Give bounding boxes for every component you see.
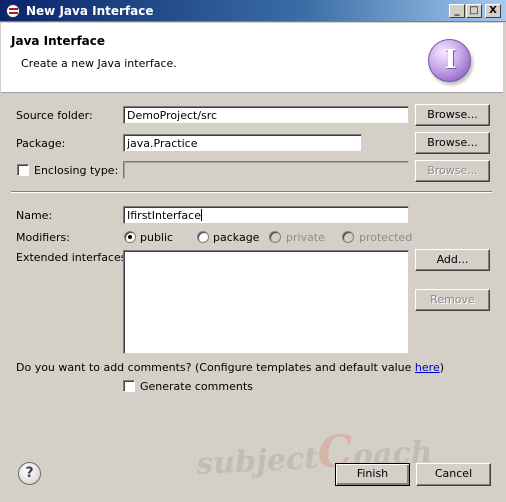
enclosing-type-input [123, 161, 409, 179]
maximize-button[interactable]: □ [466, 4, 482, 18]
add-interface-button[interactable]: Add... [415, 249, 490, 271]
cancel-button[interactable]: Cancel [416, 463, 491, 486]
generate-comments-label: Generate comments [140, 380, 253, 393]
configure-templates-link[interactable]: here [415, 361, 440, 374]
enclosing-type-checkbox[interactable] [17, 164, 29, 176]
extended-interfaces-list[interactable] [123, 250, 409, 354]
generate-comments-checkbox[interactable] [123, 380, 135, 392]
extended-interfaces-label: Extended interfaces: [16, 251, 131, 264]
comments-question-text: Do you want to add comments? (Configure … [16, 361, 415, 374]
modifier-protected-radio [342, 231, 354, 243]
text-caret [201, 209, 202, 221]
source-folder-input[interactable]: DemoProject/src [123, 106, 409, 124]
modifier-private-radio [269, 231, 281, 243]
enclosing-type-label: Enclosing type: [34, 164, 119, 177]
package-browse-button[interactable]: Browse... [415, 132, 490, 154]
name-value: IfirstInterface [127, 209, 201, 222]
watermark-text-a: subject [195, 440, 319, 483]
enclosing-type-browse-button: Browse... [415, 160, 490, 182]
modifier-private-label: private [286, 231, 325, 244]
modifier-package-radio[interactable] [197, 231, 209, 243]
interface-logo-icon: I [428, 39, 471, 82]
close-button[interactable]: X [485, 4, 501, 18]
source-folder-label: Source folder: [16, 109, 93, 122]
help-icon[interactable]: ? [18, 462, 41, 485]
source-folder-browse-button[interactable]: Browse... [415, 104, 490, 126]
modifier-protected-label: protected [359, 231, 413, 244]
comments-question: Do you want to add comments? (Configure … [16, 361, 444, 374]
modifier-package-label: package [213, 231, 260, 244]
comments-question-end: ) [439, 361, 445, 374]
title-bar[interactable]: New Java Interface _ □ X [0, 0, 506, 22]
wizard-title: Java Interface [11, 34, 106, 48]
name-label: Name: [16, 209, 53, 222]
modifier-public-radio[interactable] [124, 231, 136, 243]
wizard-header: Java Interface Create a new Java interfa… [1, 23, 503, 93]
package-input[interactable]: java.Practice [123, 134, 362, 152]
logo-letter: I [444, 45, 457, 75]
name-input[interactable]: IfirstInterface [123, 206, 409, 224]
minimize-button[interactable]: _ [449, 4, 465, 18]
separator [11, 191, 492, 193]
modifier-public-label: public [140, 231, 174, 244]
window-title: New Java Interface [26, 4, 154, 18]
remove-interface-button: Remove [415, 289, 490, 311]
radio-selected-dot [128, 235, 132, 239]
modifiers-label: Modifiers: [16, 231, 70, 244]
finish-button[interactable]: Finish [335, 463, 410, 486]
wizard-description: Create a new Java interface. [21, 57, 177, 70]
package-label: Package: [16, 137, 66, 150]
eclipse-icon [6, 4, 20, 18]
